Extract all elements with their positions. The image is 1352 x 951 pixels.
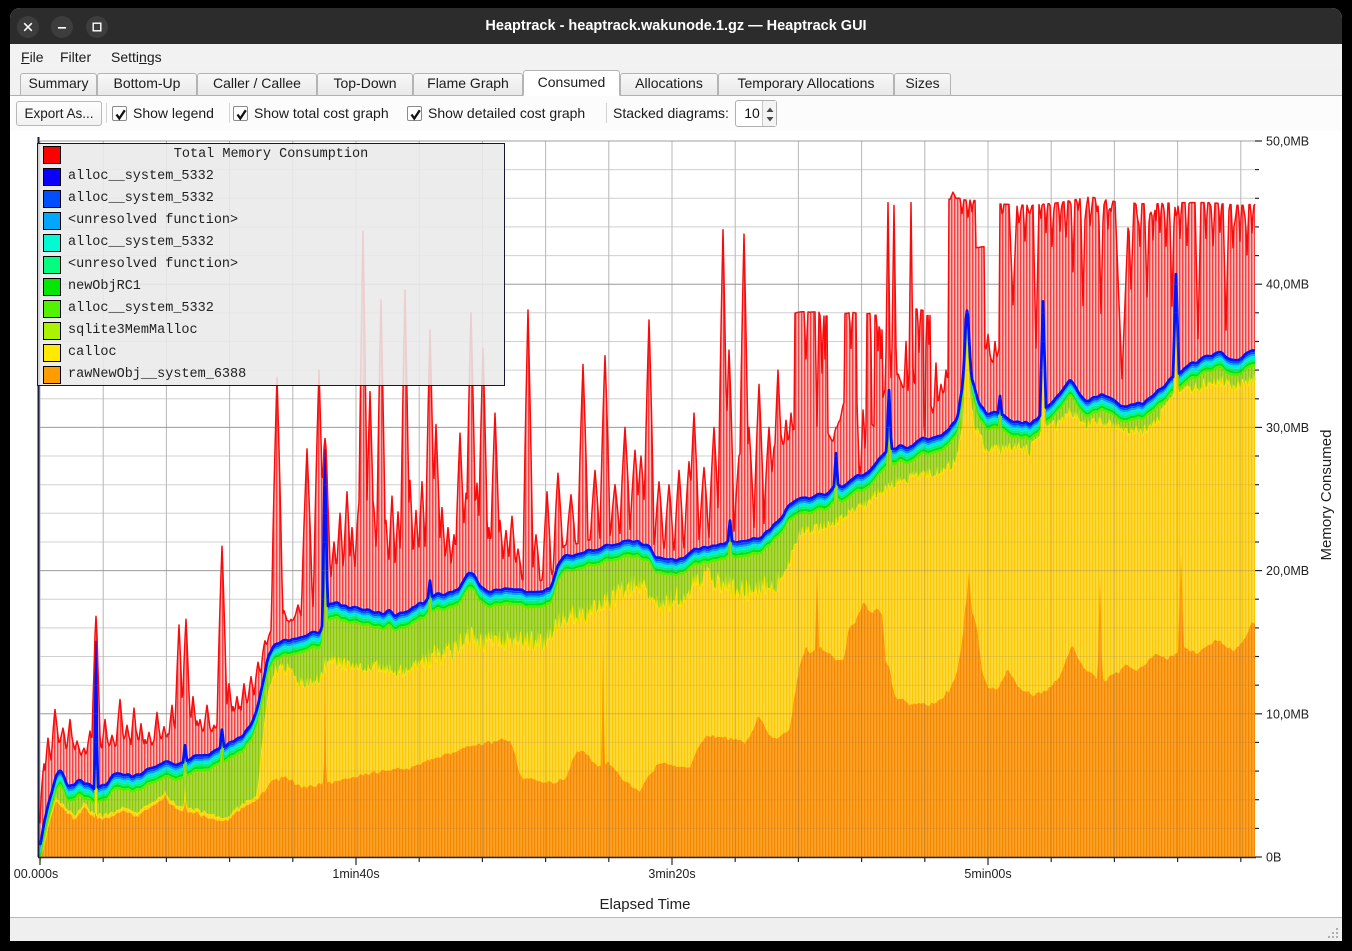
svg-text:Memory Consumed: Memory Consumed xyxy=(1318,430,1335,561)
svg-text:30,0MB: 30,0MB xyxy=(1266,421,1309,435)
svg-text:5min00s: 5min00s xyxy=(964,867,1011,881)
svg-text:20,0MB: 20,0MB xyxy=(1266,564,1309,578)
svg-text:50,0MB: 50,0MB xyxy=(1266,135,1309,149)
svg-text:3min20s: 3min20s xyxy=(648,867,695,881)
svg-text:Elapsed Time: Elapsed Time xyxy=(600,896,691,913)
svg-text:40,0MB: 40,0MB xyxy=(1266,278,1309,292)
svg-text:00.000s: 00.000s xyxy=(14,867,58,881)
svg-text:1min40s: 1min40s xyxy=(332,867,379,881)
svg-text:10,0MB: 10,0MB xyxy=(1266,707,1309,721)
svg-text:0B: 0B xyxy=(1266,851,1281,865)
